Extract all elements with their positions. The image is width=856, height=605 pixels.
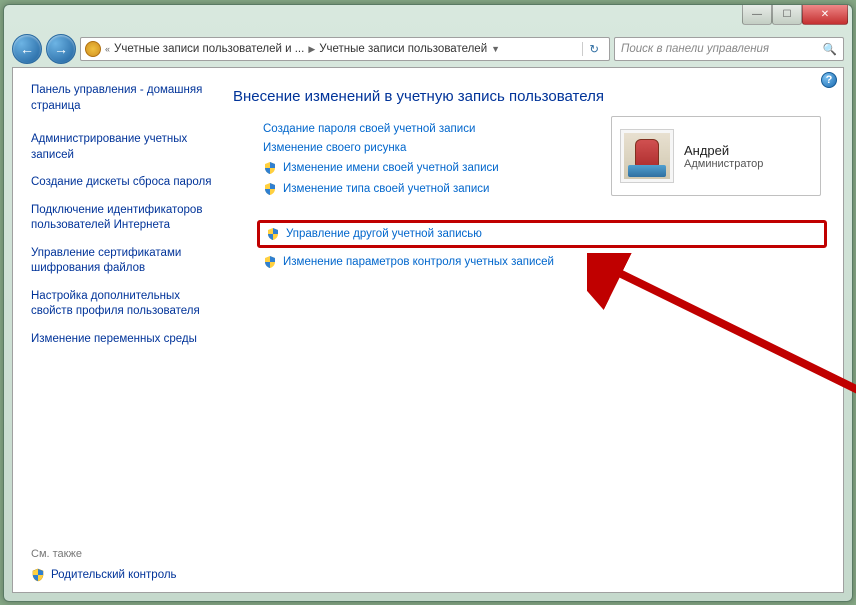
action-manage-other-account[interactable]: Управление другой учетной записью — [257, 220, 827, 248]
shield-icon — [31, 568, 45, 582]
user-card[interactable]: Андрей Администратор — [611, 116, 821, 196]
action-label: Создание пароля своей учетной записи — [263, 123, 475, 135]
avatar — [620, 129, 674, 183]
sidebar-link[interactable]: Подключение идентификаторов пользователе… — [31, 203, 213, 234]
minimize-button[interactable]: — — [742, 5, 772, 25]
back-button[interactable]: ← — [12, 34, 42, 64]
sidebar-link[interactable]: Создание дискеты сброса пароля — [31, 175, 213, 191]
forward-button[interactable]: → — [46, 34, 76, 64]
sidebar: Панель управления - домашняя страница Ад… — [13, 68, 223, 592]
chevron-down-icon[interactable]: ▼ — [491, 44, 500, 54]
see-also-label: См. также — [31, 548, 213, 560]
sidebar-link[interactable]: Настройка дополнительных свойств профиля… — [31, 289, 213, 320]
shield-icon — [263, 161, 277, 175]
main-panel: Внесение изменений в учетную запись поль… — [223, 68, 843, 592]
control-panel-home-link[interactable]: Панель управления - домашняя страница — [31, 82, 213, 114]
refresh-button[interactable]: ↻ — [582, 42, 605, 56]
window-controls: — ☐ ✕ — [742, 5, 848, 25]
sidebar-link[interactable]: Администрирование учетных записей — [31, 132, 213, 163]
close-button[interactable]: ✕ — [802, 5, 848, 25]
annotation-arrow — [587, 253, 856, 483]
breadcrumb-segment[interactable]: Учетные записи пользователей — [319, 43, 487, 55]
chevron-right-icon: ▶ — [308, 44, 315, 55]
parental-control-label: Родительский контроль — [51, 569, 177, 581]
search-placeholder: Поиск в панели управления — [621, 43, 769, 55]
shield-icon — [263, 255, 277, 269]
breadcrumb-segment[interactable]: Учетные записи пользователей и ... — [114, 43, 304, 55]
maximize-button[interactable]: ☐ — [772, 5, 802, 25]
shield-icon — [266, 227, 280, 241]
avatar-image — [624, 133, 670, 179]
action-label: Изменение своего рисунка — [263, 142, 406, 154]
search-input[interactable]: Поиск в панели управления 🔍 — [614, 37, 844, 61]
page-title: Внесение изменений в учетную запись поль… — [233, 88, 821, 105]
sidebar-link[interactable]: Изменение переменных среды — [31, 332, 213, 348]
user-name: Андрей — [684, 143, 763, 158]
parental-control-link[interactable]: Родительский контроль — [31, 568, 213, 582]
navbar: ← → « Учетные записи пользователей и ...… — [4, 31, 852, 67]
action-change-uac[interactable]: Изменение параметров контроля учетных за… — [263, 255, 821, 269]
titlebar: — ☐ ✕ — [4, 5, 852, 31]
shield-icon — [263, 182, 277, 196]
action-label: Изменение имени своей учетной записи — [283, 162, 499, 174]
window-frame: — ☐ ✕ ← → « Учетные записи пользователей… — [3, 4, 853, 602]
sidebar-footer: См. также Родительский контроль — [31, 538, 213, 582]
action-label: Изменение типа своей учетной записи — [283, 183, 489, 195]
user-role: Администратор — [684, 158, 763, 170]
search-icon[interactable]: 🔍 — [823, 42, 837, 56]
action-label: Управление другой учетной записью — [286, 228, 482, 240]
sidebar-link[interactable]: Управление сертификатами шифрования файл… — [31, 246, 213, 277]
chevron-left-icon: « — [105, 44, 110, 54]
action-label: Изменение параметров контроля учетных за… — [283, 256, 554, 268]
breadcrumb[interactable]: « Учетные записи пользователей и ... ▶ У… — [80, 37, 610, 61]
user-info: Андрей Администратор — [684, 143, 763, 170]
user-accounts-icon — [85, 41, 101, 57]
content-area: ? Панель управления - домашняя страница … — [12, 67, 844, 593]
